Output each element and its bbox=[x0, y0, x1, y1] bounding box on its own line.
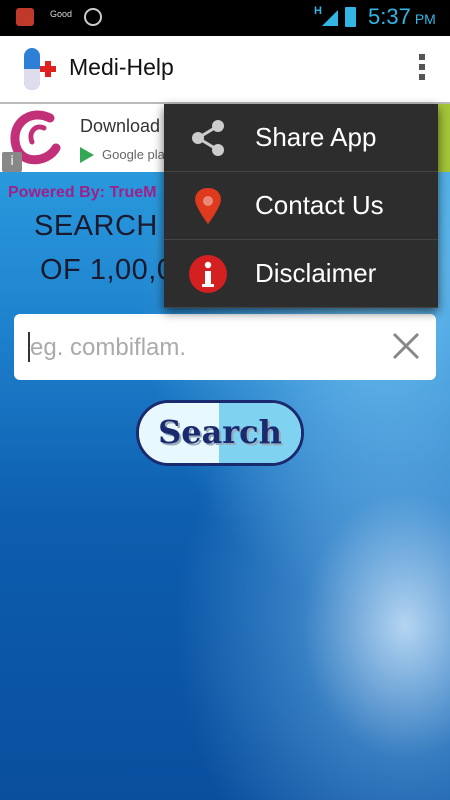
ad-accent bbox=[436, 104, 450, 172]
network-type: H bbox=[314, 5, 322, 17]
location-pin-icon bbox=[195, 188, 221, 224]
text-cursor bbox=[28, 332, 30, 362]
menu-item-disclaimer[interactable]: Disclaimer bbox=[164, 240, 438, 308]
clock: 5:37 PM bbox=[368, 4, 436, 30]
menu-item-label: Share App bbox=[255, 122, 377, 152]
lock-icon bbox=[16, 8, 34, 26]
capsule-logo-icon bbox=[24, 48, 56, 90]
signal-icon bbox=[322, 10, 338, 26]
search-button[interactable]: Search bbox=[136, 400, 304, 466]
play-icon bbox=[80, 147, 94, 163]
overflow-menu: Share App Contact Us Disclaimer bbox=[164, 104, 438, 308]
menu-item-share-app[interactable]: Share App bbox=[164, 104, 438, 172]
ad-info-icon[interactable]: i bbox=[2, 152, 22, 172]
search-field[interactable] bbox=[14, 314, 436, 380]
menu-item-label: Contact Us bbox=[255, 190, 384, 220]
powered-by-text: Powered By: TrueM bbox=[8, 184, 157, 201]
search-input[interactable] bbox=[28, 328, 372, 368]
status-bar: Good H 5:37 PM bbox=[0, 0, 450, 36]
store-label: Google pla bbox=[102, 147, 165, 162]
ad-text[interactable]: Download bbox=[80, 116, 160, 137]
share-icon bbox=[192, 120, 224, 156]
heading-line-1: SEARCH F bbox=[34, 210, 185, 242]
info-icon bbox=[189, 255, 227, 293]
overflow-menu-icon[interactable] bbox=[418, 54, 426, 84]
app-title: Medi-Help bbox=[69, 54, 174, 80]
google-play-badge[interactable]: Google pla bbox=[80, 144, 165, 166]
battery-icon bbox=[345, 7, 356, 27]
close-icon[interactable] bbox=[390, 330, 422, 362]
clock-ampm: PM bbox=[414, 11, 436, 27]
action-bar: Medi-Help bbox=[0, 36, 450, 104]
heading-line-2: OF 1,00,0 bbox=[40, 254, 174, 286]
menu-item-contact-us[interactable]: Contact Us bbox=[164, 172, 438, 240]
good-label: Good bbox=[50, 9, 73, 19]
clock-time: 5:37 bbox=[368, 4, 411, 29]
search-button-label: Search bbox=[158, 413, 282, 451]
whatsapp-icon bbox=[84, 8, 102, 26]
menu-item-label: Disclaimer bbox=[255, 258, 377, 288]
